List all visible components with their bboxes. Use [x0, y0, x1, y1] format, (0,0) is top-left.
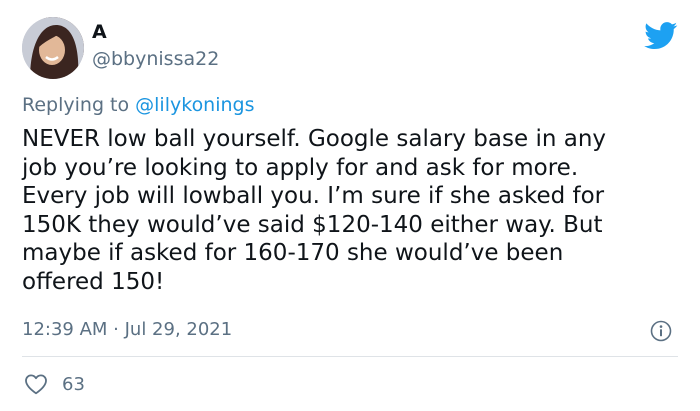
tweet-text-line: job you’re looking to apply for and ask … [22, 154, 579, 181]
like-button[interactable]: 63 [24, 372, 85, 396]
replying-to-label: Replying to [22, 94, 136, 116]
like-count: 63 [62, 373, 85, 395]
tweet-text-line: 150K they would’ve said $120-140 either … [22, 211, 603, 238]
tweet-text: NEVER low ball yourself. Google salary b… [22, 125, 682, 296]
replying-to: Replying to @lilykonings [22, 94, 255, 116]
replying-to-mention-link[interactable]: @lilykonings [135, 94, 254, 116]
avatar-image [22, 17, 84, 79]
info-icon[interactable] [650, 320, 672, 342]
tweet-text-line: Every job will lowball you. I’m sure if … [22, 183, 605, 209]
author-display-name[interactable]: A [92, 21, 107, 43]
tweet-card: A @bbynissa22 Replying to @lilykonings N… [0, 0, 700, 411]
author-handle[interactable]: @bbynissa22 [92, 48, 219, 70]
heart-icon [25, 374, 47, 395]
tweet-timestamp[interactable]: 12:39 AM · Jul 29, 2021 [22, 319, 232, 340]
tweet-text-line: maybe if asked for 160-170 she would’ve … [22, 240, 564, 266]
tweet-text-line: offered 150! [22, 268, 165, 295]
tweet-text-line: NEVER low ball yourself. Google salary b… [22, 126, 607, 152]
avatar[interactable] [22, 17, 84, 79]
divider [22, 356, 678, 357]
twitter-bird-icon[interactable] [644, 22, 678, 50]
